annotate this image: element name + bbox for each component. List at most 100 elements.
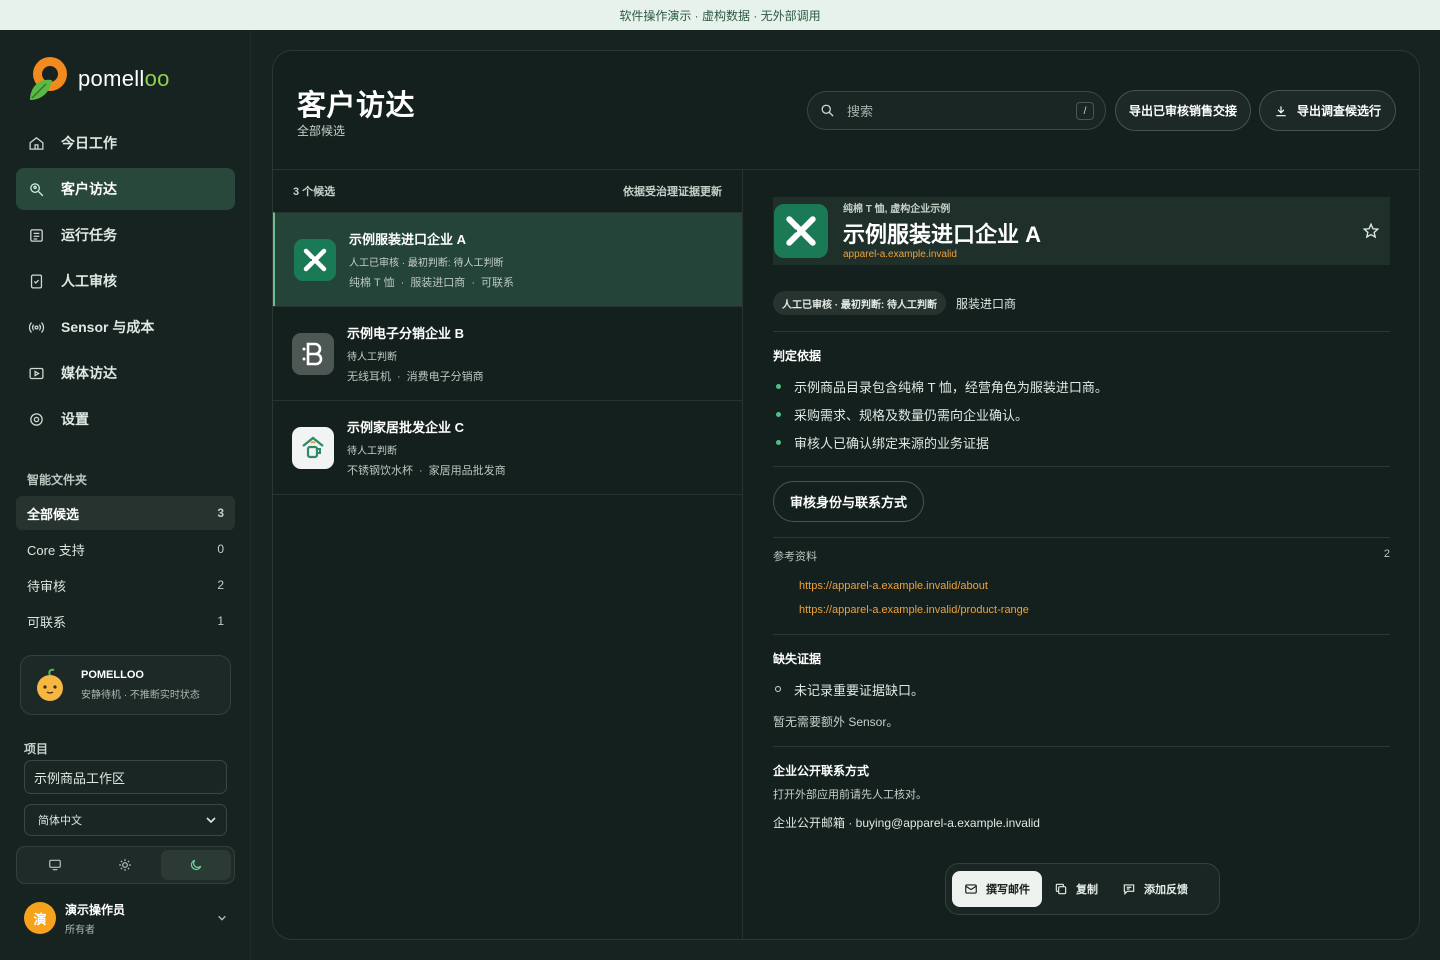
sidebar: pomelloo 今日工作 客户访达 运行任务 人工审核 Sensor 与成本 … <box>0 30 251 960</box>
nav-item-media[interactable]: 媒体访达 <box>16 352 235 394</box>
basis-title: 判定依据 <box>773 349 822 363</box>
theme-dark-button[interactable] <box>160 850 231 880</box>
detail-category: 纯棉 T 恤, 虚构企业示例 <box>843 204 951 215</box>
clipboard-check-icon <box>30 273 43 289</box>
excel-x-icon <box>294 238 336 281</box>
status-badge: 人工已审核 · 最初判断: 待人工判断 <box>773 291 946 315</box>
candidate-tags: 无线耳机 · 消费电子分销商 <box>347 371 484 383</box>
export-reviewed-button[interactable]: 导出已审核销售交接 <box>1115 90 1251 131</box>
language-value: 简体中文 <box>38 815 82 827</box>
nav-item-customer-finder[interactable]: 客户访达 <box>16 168 235 210</box>
sort-label[interactable]: 依据受治理证据更新 <box>623 183 722 199</box>
page-subtitle: 全部候选 <box>297 124 346 138</box>
sensor-note: 暂无需要额外 Sensor。 <box>773 715 899 729</box>
search-icon <box>821 104 834 117</box>
references-list: https://apparel-a.example.invalid/about … <box>773 574 1390 622</box>
moon-icon <box>190 859 202 870</box>
folder-count: 2 <box>217 578 224 592</box>
main-panel: 客户访达 全部候选 搜索 / 导出已审核销售交接 导出调查候选行 3 个候选 依… <box>272 50 1420 940</box>
mascot-title: POMELLOO <box>81 669 144 681</box>
add-feedback-button[interactable]: 添加反馈 <box>1110 871 1200 907</box>
user-menu[interactable]: 演 演示操作员 所有者 <box>24 900 227 936</box>
language-select[interactable]: 简体中文 <box>24 804 227 836</box>
role-label: 服装进口商 <box>956 296 1017 311</box>
candidate-detail: 纯棉 T 恤, 虚构企业示例 示例服装进口企业 A apparel-a.exam… <box>773 197 1390 831</box>
review-identity-button[interactable]: 审核身份与联系方式 <box>773 481 924 522</box>
smart-folders-title: 智能文件夹 <box>27 473 88 487</box>
page-title: 客户访达 <box>297 90 416 122</box>
list-item[interactable]: 示例电子分销企业 B 待人工判断 无线耳机 · 消费电子分销商 <box>273 306 742 400</box>
nav-item-settings[interactable]: 设置 <box>16 398 235 440</box>
project-label: 项目 <box>24 742 49 756</box>
pomelloo-logo[interactable]: pomelloo <box>26 54 170 104</box>
divider <box>773 537 1390 538</box>
divider <box>773 746 1390 747</box>
basis-item: 示例商品目录包含纯棉 T 恤，经营角色为服装进口商。 <box>773 372 1390 400</box>
basis-list: 示例商品目录包含纯棉 T 恤，经营角色为服装进口商。 采购需求、规格及数量仍需向… <box>773 372 1390 456</box>
media-icon <box>29 367 44 379</box>
candidate-count: 3 个候选 <box>293 186 336 198</box>
mascot-status: 安静待机 · 不推断实时状态 <box>81 690 200 701</box>
theme-light-button[interactable] <box>90 850 160 880</box>
project-input[interactable]: 示例商品工作区 <box>24 760 227 794</box>
page-header: 客户访达 全部候选 搜索 / 导出已审核销售交接 导出调查候选行 <box>273 51 1419 170</box>
candidate-list: 3 个候选 依据受治理证据更新 示例服装进口企业 A 人工已审核 · 最初判断:… <box>273 170 743 939</box>
folder-count: 1 <box>217 614 224 628</box>
missing-item: 未记录重要证据缺口。 <box>773 675 1390 703</box>
copy-button[interactable]: 复制 <box>1042 871 1110 907</box>
list-icon <box>30 228 43 242</box>
action-bar: 撰写邮件 复制 添加反馈 <box>945 863 1220 915</box>
copy-icon <box>1055 883 1067 895</box>
reference-link[interactable]: https://apparel-a.example.invalid/produc… <box>799 598 1390 622</box>
b-logo-icon <box>292 332 334 375</box>
comment-icon <box>1123 884 1135 896</box>
candidate-name: 示例家居批发企业 C <box>347 420 465 435</box>
references-count: 2 <box>1383 548 1390 560</box>
export-candidates-button[interactable]: 导出调查候选行 <box>1259 90 1396 131</box>
download-icon <box>1276 105 1286 116</box>
user-role: 所有者 <box>65 924 95 936</box>
contact-email[interactable]: 企业公开邮箱 · buying@apparel-a.example.invali… <box>773 814 1390 831</box>
theme-system-button[interactable] <box>20 850 90 880</box>
basis-item: 审核人已确认绑定来源的业务证据 <box>773 428 1390 456</box>
excel-x-icon <box>774 204 828 258</box>
gear-icon <box>30 412 43 426</box>
compose-email-button[interactable]: 撰写邮件 <box>952 871 1042 907</box>
contact-note: 打开外部应用前请先人工核对。 <box>773 789 927 801</box>
reference-link[interactable]: https://apparel-a.example.invalid/about <box>799 574 1390 598</box>
folder-core-support[interactable]: Core 支持 0 <box>16 532 235 566</box>
list-header: 3 个候选 依据受治理证据更新 <box>273 170 742 212</box>
candidate-tags: 纯棉 T 恤 · 服装进口商 · 可联系 <box>349 277 514 289</box>
nav-item-review[interactable]: 人工审核 <box>16 260 235 302</box>
smart-folders: 全部候选 3 Core 支持 0 待审核 2 可联系 1 <box>16 496 235 640</box>
list-item[interactable]: 示例服装进口企业 A 人工已审核 · 最初判断: 待人工判断 纯棉 T 恤 · 服装… <box>273 212 742 306</box>
folder-all-candidates[interactable]: 全部候选 3 <box>16 496 235 530</box>
search-input[interactable]: 搜索 / <box>807 91 1106 130</box>
candidate-name: 示例服装进口企业 A <box>349 232 467 247</box>
folder-count: 0 <box>217 542 224 556</box>
detail-header: 纯棉 T 恤, 虚构企业示例 示例服装进口企业 A apparel-a.exam… <box>773 197 1390 265</box>
search-placeholder: 搜索 <box>847 104 874 119</box>
nav-item-today[interactable]: 今日工作 <box>16 122 235 164</box>
folder-contactable[interactable]: 可联系 1 <box>16 604 235 638</box>
main-nav: 今日工作 客户访达 运行任务 人工审核 Sensor 与成本 媒体访达 设置 <box>16 122 235 444</box>
folder-count: 3 <box>217 506 224 520</box>
references-header: 参考资料 2 <box>773 548 1390 563</box>
star-icon[interactable] <box>1362 222 1380 240</box>
mascot-card: POMELLOO 安静待机 · 不推断实时状态 <box>20 655 231 715</box>
chevron-down-icon <box>218 915 226 921</box>
candidate-status: 待人工判断 <box>347 352 397 363</box>
list-item[interactable]: 示例家居批发企业 C 待人工判断 不锈钢饮水杯 · 家居用品批发商 <box>273 400 742 494</box>
detail-domain-link[interactable]: apparel-a.example.invalid <box>843 249 957 260</box>
missing-title: 缺失证据 <box>773 652 822 666</box>
detail-company-name: 示例服装进口企业 A <box>843 222 1042 247</box>
candidate-status: 待人工判断 <box>347 446 397 457</box>
divider <box>773 466 1390 467</box>
nav-item-tasks[interactable]: 运行任务 <box>16 214 235 256</box>
demo-banner: 软件操作演示 · 虚构数据 · 无外部调用 <box>0 0 1440 30</box>
basis-item: 采购需求、规格及数量仍需向企业确认。 <box>773 400 1390 428</box>
nav-item-sensor[interactable]: Sensor 与成本 <box>16 306 235 348</box>
mascot-orange-icon <box>37 668 63 701</box>
user-name: 演示操作员 <box>65 902 126 917</box>
folder-pending-review[interactable]: 待审核 2 <box>16 568 235 602</box>
